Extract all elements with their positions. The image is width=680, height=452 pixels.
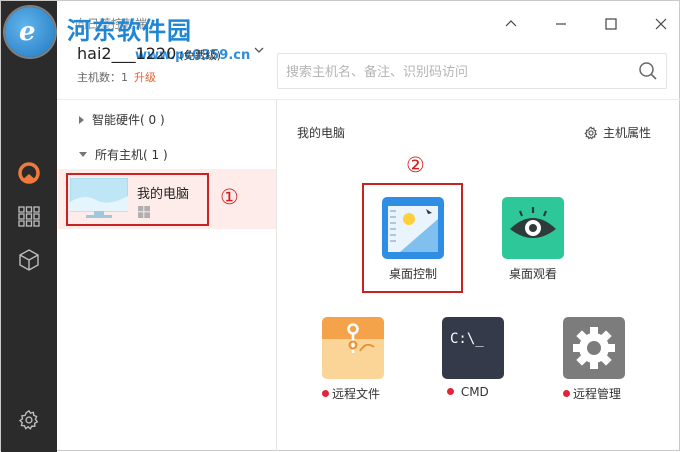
header-divider <box>57 99 680 100</box>
remote-files-label: 远程文件 <box>322 385 380 402</box>
desktop-control-label: 桌面控制 <box>389 267 438 281</box>
settings-gear-icon[interactable] <box>15 406 43 434</box>
settings-cog-icon <box>563 317 625 379</box>
host-count: 主机数：1 升级 <box>77 69 156 85</box>
desktop-control-icon <box>382 197 444 259</box>
cmd-app[interactable]: C:\_ <box>442 317 504 379</box>
remote-files-label-text: 远程文件 <box>332 387 381 401</box>
app-window: e 向日葵控制端 河东软件园 www.pc0359.cn hai2___1220… <box>0 0 680 452</box>
tree-all-hosts-label: 所有主机( 1 ) <box>95 148 168 162</box>
expand-arrow-icon <box>79 115 84 124</box>
annotation-number-one: ① <box>220 185 239 209</box>
cmd-label-text: CMD <box>460 385 489 399</box>
main-title: 我的电脑 <box>297 126 346 140</box>
terminal-prompt: C:\_ <box>450 331 484 347</box>
upgrade-link[interactable]: 升级 <box>134 71 156 84</box>
remote-management-label-text: 远程管理 <box>573 387 622 401</box>
remote-control-nav-icon[interactable] <box>15 159 43 187</box>
status-dot-icon <box>563 390 570 397</box>
maximize-icon[interactable] <box>598 11 624 37</box>
desktop-view-app[interactable] <box>502 197 564 259</box>
panel-divider <box>276 99 277 451</box>
account-name-text: hai2___1220 <box>77 44 177 63</box>
remote-management-label: 远程管理 <box>563 385 621 402</box>
account-level: (免费级) <box>179 49 221 62</box>
remote-management-app[interactable] <box>563 317 625 379</box>
search-input[interactable] <box>286 60 626 84</box>
status-dot-icon <box>447 388 454 395</box>
left-sidebar <box>1 1 57 452</box>
gear-icon <box>584 125 598 140</box>
grid-apps-nav-icon[interactable] <box>15 202 43 230</box>
terminal-icon: C:\_ <box>442 317 504 379</box>
close-icon[interactable] <box>648 11 674 37</box>
eye-icon <box>502 197 564 259</box>
file-folder-icon <box>322 317 384 379</box>
desktop-view-label: 桌面观看 <box>509 267 558 281</box>
account-name[interactable]: hai2___1220 (免费级) <box>77 44 221 63</box>
watermark-logo: e <box>5 7 55 57</box>
tree-smart-hardware-label: 智能硬件( 0 ) <box>92 113 165 127</box>
tree-all-hosts[interactable]: 所有主机( 1 ) <box>79 146 168 163</box>
tree-smart-hardware[interactable]: 智能硬件( 0 ) <box>79 111 165 128</box>
remote-files-app[interactable] <box>322 317 384 379</box>
annotation-box-host <box>66 173 209 226</box>
chevron-down-icon[interactable] <box>254 45 264 55</box>
cube-nav-icon[interactable] <box>15 246 43 274</box>
collapse-arrow-icon <box>79 152 87 157</box>
host-properties-label: 主机属性 <box>603 126 652 140</box>
search-box <box>277 53 667 89</box>
annotation-number-two: ② <box>406 153 425 177</box>
watermark-brand: 河东软件园 <box>67 17 192 45</box>
minimize-icon[interactable] <box>548 11 574 37</box>
collapse-chevron-up-icon[interactable] <box>498 11 524 37</box>
search-icon[interactable] <box>638 61 658 85</box>
desktop-control-app[interactable] <box>382 197 444 259</box>
host-count-text: 主机数：1 <box>77 71 128 84</box>
status-dot-icon <box>322 390 329 397</box>
cmd-label: CMD <box>447 385 489 399</box>
host-properties-button[interactable]: 主机属性 <box>584 124 651 141</box>
